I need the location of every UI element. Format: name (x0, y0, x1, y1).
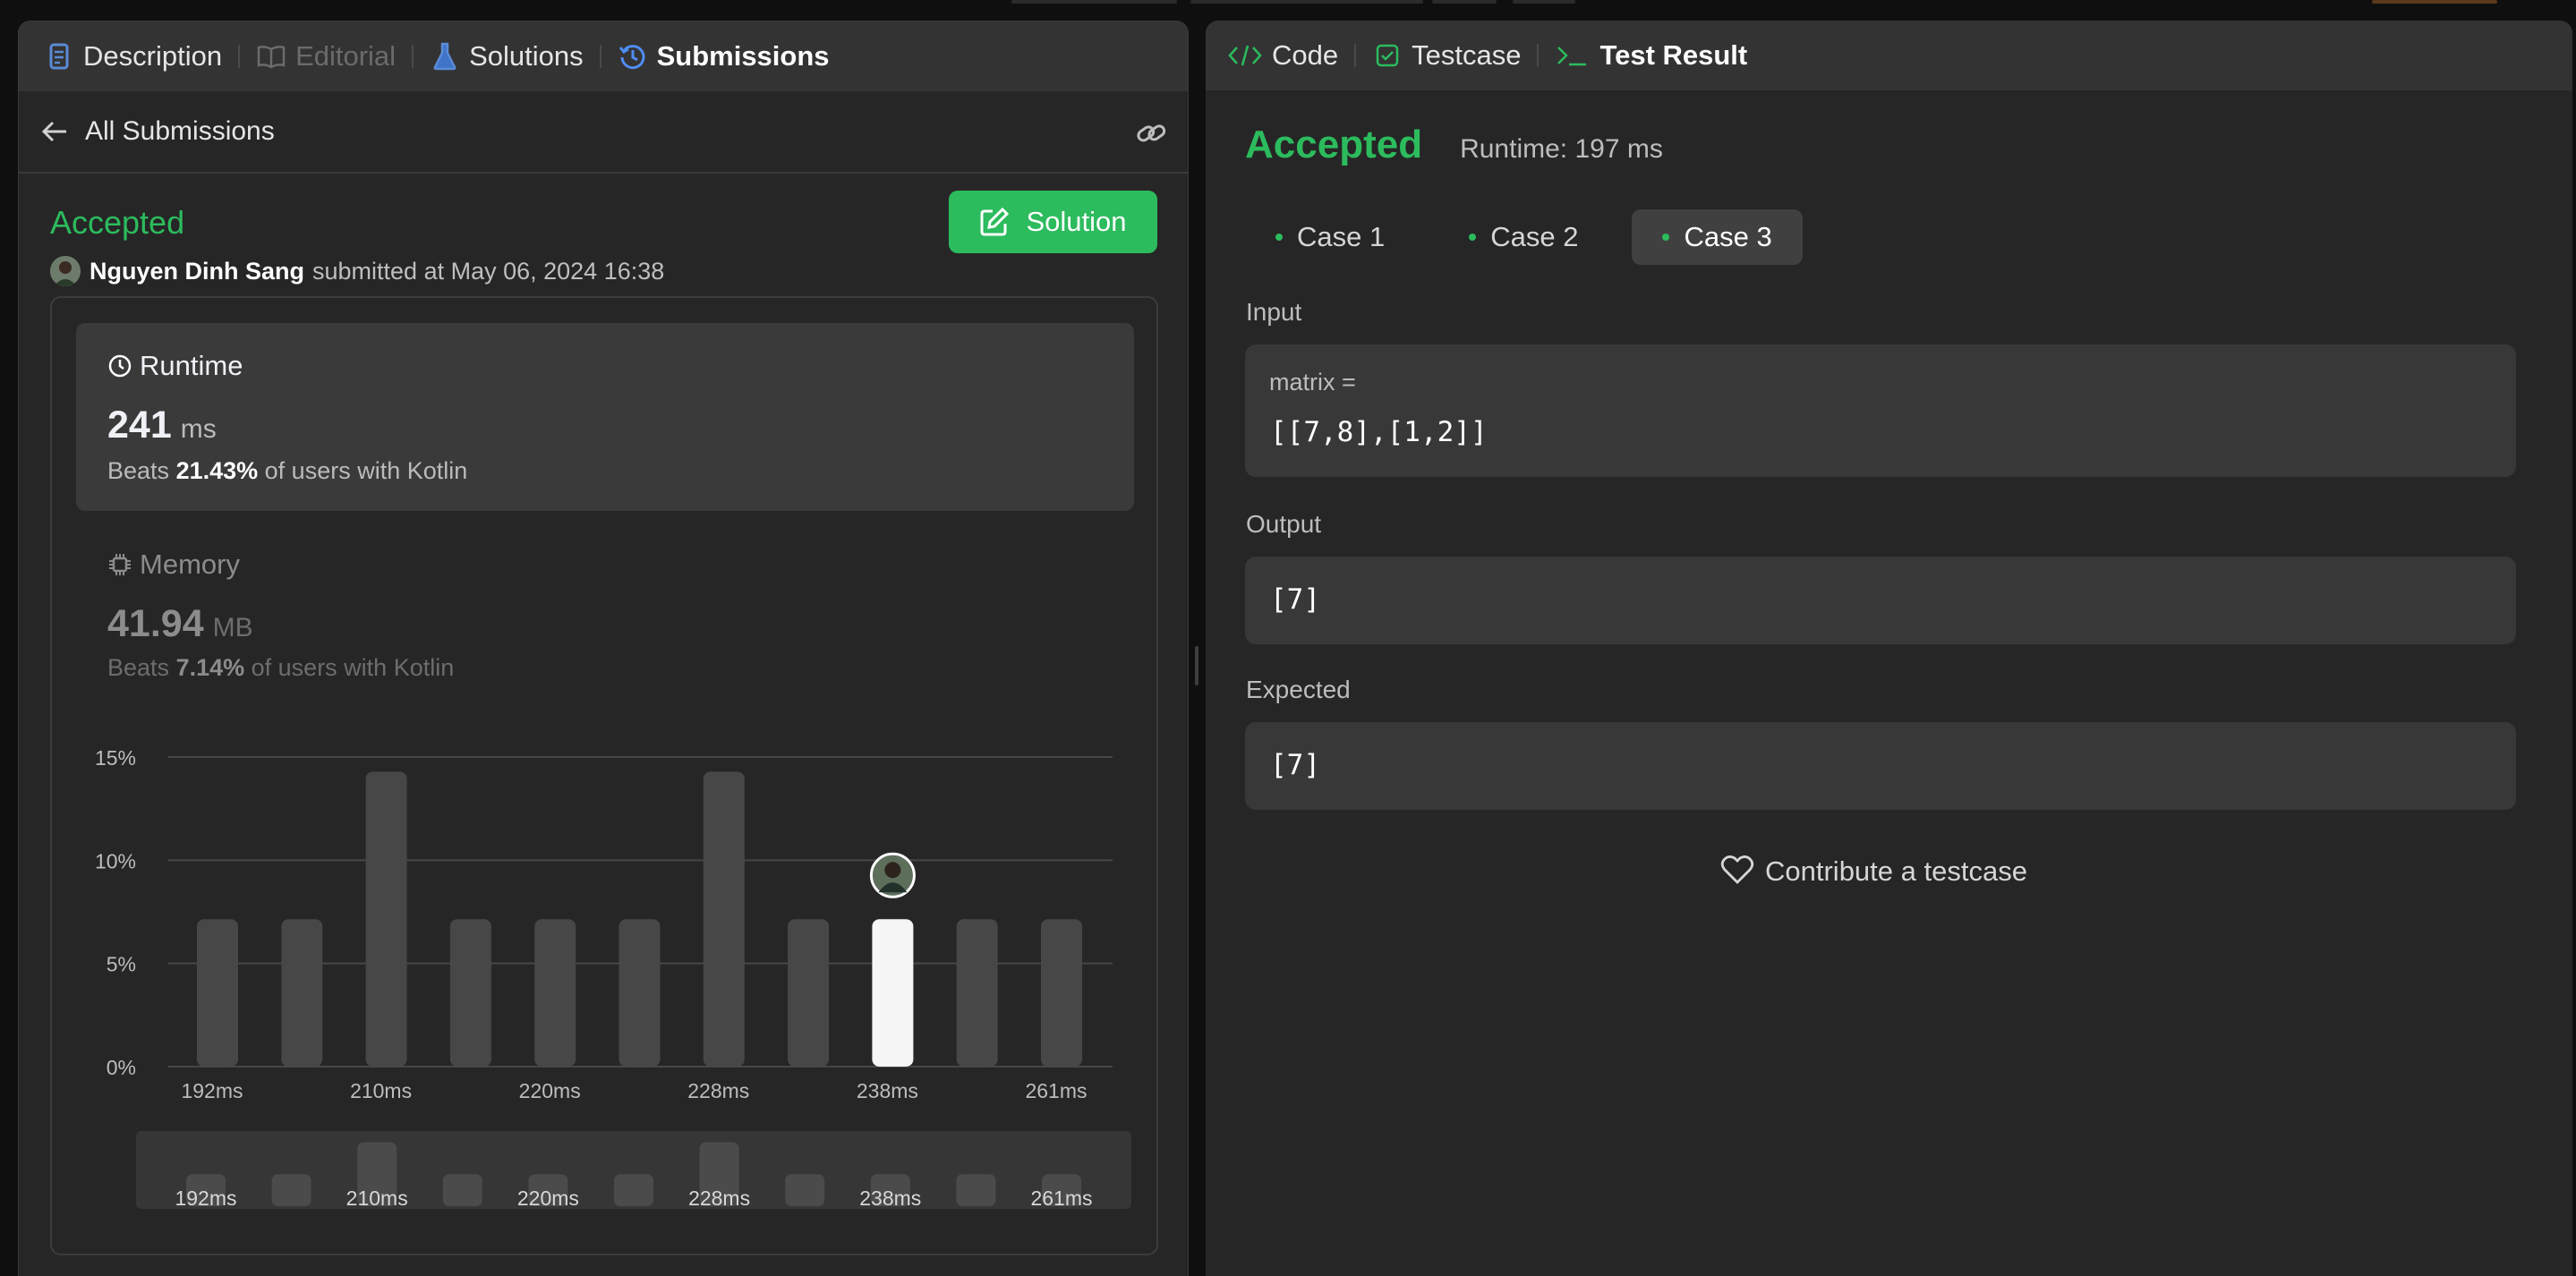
tab-description[interactable]: Description (44, 21, 222, 91)
beats-percent: 21.43% (175, 457, 259, 484)
case-tab-label: Case 1 (1297, 221, 1386, 252)
contribute-label: Contribute a testcase (1765, 855, 2027, 887)
all-submissions-link[interactable]: All Submissions (85, 116, 275, 147)
description-icon (44, 41, 74, 72)
tab-test-result-label: Test Result (1599, 39, 1748, 71)
checkbox-icon (1372, 40, 1403, 71)
expected-box: [7] (1245, 722, 2516, 810)
result-status: Accepted (1245, 123, 1423, 166)
tab-editorial-label: Editorial (295, 40, 397, 72)
submission-status: Accepted (50, 204, 185, 241)
case-tab-label: Case 3 (1684, 221, 1772, 252)
tab-separator (238, 45, 241, 68)
runtime-card[interactable]: Runtime 241 ms Beats 21.43% of users with… (76, 323, 1134, 511)
share-link-icon[interactable] (1134, 116, 1168, 150)
submitted-time: submitted at May 06, 2024 16:38 (312, 257, 665, 285)
input-label: Input (1246, 298, 1302, 326)
submissions-panel: Description Editorial Solutions Submissi… (18, 21, 1189, 1276)
tab-separator (1354, 44, 1357, 67)
case-tabs: Case 1 Case 2 Case 3 (1245, 209, 1826, 265)
tab-testcase-label: Testcase (1412, 39, 1522, 71)
tab-code-label: Code (1272, 39, 1339, 71)
tab-solutions[interactable]: Solutions (430, 21, 584, 91)
avatar[interactable] (50, 256, 81, 286)
tab-separator (1537, 44, 1540, 67)
output-label: Output (1246, 510, 1322, 538)
expected-label: Expected (1246, 676, 1351, 703)
header-control-fragment (1190, 0, 1423, 4)
runtime-title-label: Runtime (140, 350, 243, 381)
solution-button-label: Solution (1026, 206, 1127, 237)
contribute-testcase-button[interactable]: Contribute a testcase (1720, 855, 2027, 889)
pass-dot (1469, 234, 1477, 241)
edit-icon (979, 207, 1010, 237)
history-icon (618, 41, 648, 72)
tab-submissions-label: Submissions (656, 40, 830, 72)
runtime-value: 241 ms (107, 404, 217, 447)
pass-dot (1275, 234, 1283, 241)
tab-code[interactable]: Code (1227, 21, 1338, 90)
case-tab-1[interactable]: Case 1 (1245, 209, 1415, 265)
beats-prefix: Beats (107, 457, 170, 484)
tab-editorial[interactable]: Editorial (256, 21, 396, 91)
memory-value: 41.94 MB (107, 602, 253, 646)
tab-separator (412, 45, 414, 68)
book-icon (256, 41, 286, 72)
memory-title: Memory (107, 549, 240, 581)
beats-suffix: of users with Kotlin (251, 654, 455, 681)
all-submissions-header: All Submissions (19, 91, 1188, 174)
expected-value: [7] (1270, 749, 1320, 781)
memory-card[interactable]: Memory 41.94 MB Beats 7.14% of users with… (76, 549, 1134, 710)
test-result-panel: Code Testcase Test Result Accepted Runti… (1206, 21, 2572, 1276)
input-box: matrix = [[7,8],[1,2]] (1245, 345, 2516, 477)
case-tab-label: Case 2 (1490, 221, 1579, 252)
header-control-fragment (1432, 0, 1497, 4)
beats-suffix: of users with Kotlin (264, 457, 468, 484)
pass-dot (1662, 234, 1670, 241)
case-tab-3[interactable]: Case 3 (1632, 209, 1803, 265)
tab-solutions-label: Solutions (469, 40, 584, 72)
tab-submissions[interactable]: Submissions (618, 21, 830, 91)
panel-resize-handle[interactable] (1195, 646, 1198, 685)
input-variable: matrix = (1269, 369, 1356, 396)
flask-icon (430, 41, 460, 72)
memory-title-label: Memory (140, 549, 240, 580)
output-value: [7] (1270, 583, 1320, 616)
memory-unit: MB (212, 613, 253, 642)
result-runtime: Runtime: 197 ms (1460, 134, 1663, 164)
runtime-number: 241 (107, 404, 172, 447)
memory-beats: Beats 7.14% of users with Kotlin (107, 654, 454, 682)
submitter-name[interactable]: Nguyen Dinh Sang (90, 258, 304, 285)
chip-icon (107, 552, 132, 577)
tab-testcase[interactable]: Testcase (1372, 21, 1521, 90)
output-box: [7] (1245, 557, 2516, 644)
case-tab-2[interactable]: Case 2 (1438, 209, 1608, 265)
clock-icon (107, 353, 132, 379)
tab-test-result[interactable]: Test Result (1555, 21, 1747, 90)
terminal-icon (1555, 40, 1591, 71)
result-summary: Accepted Runtime: 197 ms (1245, 123, 1663, 167)
input-value: [[7,8],[1,2]] (1270, 416, 1488, 448)
tab-separator (599, 45, 601, 68)
runtime-title: Runtime (107, 350, 243, 382)
solution-button[interactable]: Solution (949, 191, 1157, 253)
stats-container: Runtime 241 ms Beats 21.43% of users with… (50, 296, 1158, 1255)
runtime-unit: ms (180, 414, 217, 444)
left-tabbar: Description Editorial Solutions Submissi… (19, 21, 1188, 91)
header-control-fragment (1070, 0, 1177, 4)
runtime-beats: Beats 21.43% of users with Kotlin (107, 457, 467, 485)
header-control-fragment (1513, 0, 1575, 4)
tab-description-label: Description (83, 40, 223, 72)
beats-prefix: Beats (107, 654, 170, 681)
submission-meta: Nguyen Dinh Sang submitted at May 06, 20… (50, 256, 664, 286)
back-arrow-icon[interactable] (38, 115, 71, 148)
beats-percent: 7.14% (175, 654, 245, 681)
header-control-fragment (2372, 0, 2497, 4)
memory-number: 41.94 (107, 602, 204, 645)
code-icon (1227, 40, 1263, 71)
heart-icon (1720, 855, 1754, 889)
right-tabbar: Code Testcase Test Result (1206, 21, 2572, 90)
